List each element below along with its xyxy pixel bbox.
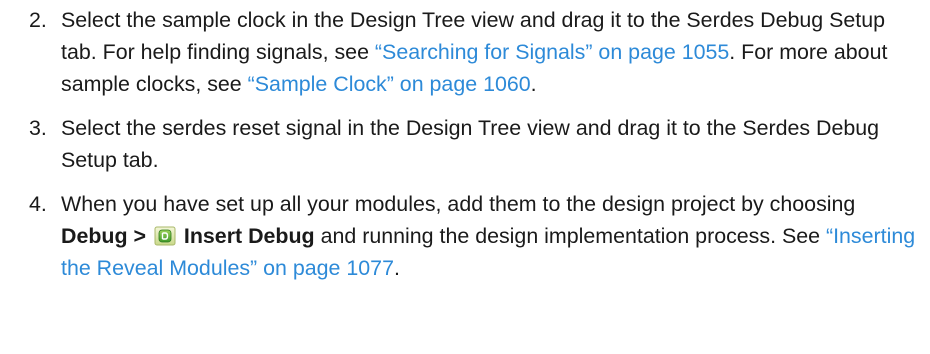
step-number: 2.: [29, 8, 47, 32]
step-text: .: [530, 72, 537, 96]
menu-path-debug: Debug >: [61, 224, 146, 248]
step-number: 4.: [29, 192, 47, 216]
menu-command-insert-debug: Insert Debug: [183, 224, 315, 248]
step-2: 2. Select the sample clock in the Design…: [29, 0, 924, 100]
insert-debug-icon: [154, 224, 176, 246]
step-text: When you have set up all your modules, a…: [61, 192, 856, 216]
numbered-steps: 2. Select the sample clock in the Design…: [29, 0, 924, 284]
step-text: .: [393, 256, 400, 280]
step-number: 3.: [29, 116, 47, 140]
step-text: Select the serdes reset signal in the De…: [61, 116, 880, 172]
link-sample-clock[interactable]: “Sample Clock” on page 1060: [248, 72, 531, 96]
step-4: 4. When you have set up all your modules…: [29, 188, 924, 284]
link-searching-for-signals[interactable]: “Searching for Signals” on page 1055: [375, 40, 729, 64]
step-text: and running the design implementation pr…: [314, 224, 826, 248]
step-3: 3. Select the serdes reset signal in the…: [29, 112, 924, 176]
